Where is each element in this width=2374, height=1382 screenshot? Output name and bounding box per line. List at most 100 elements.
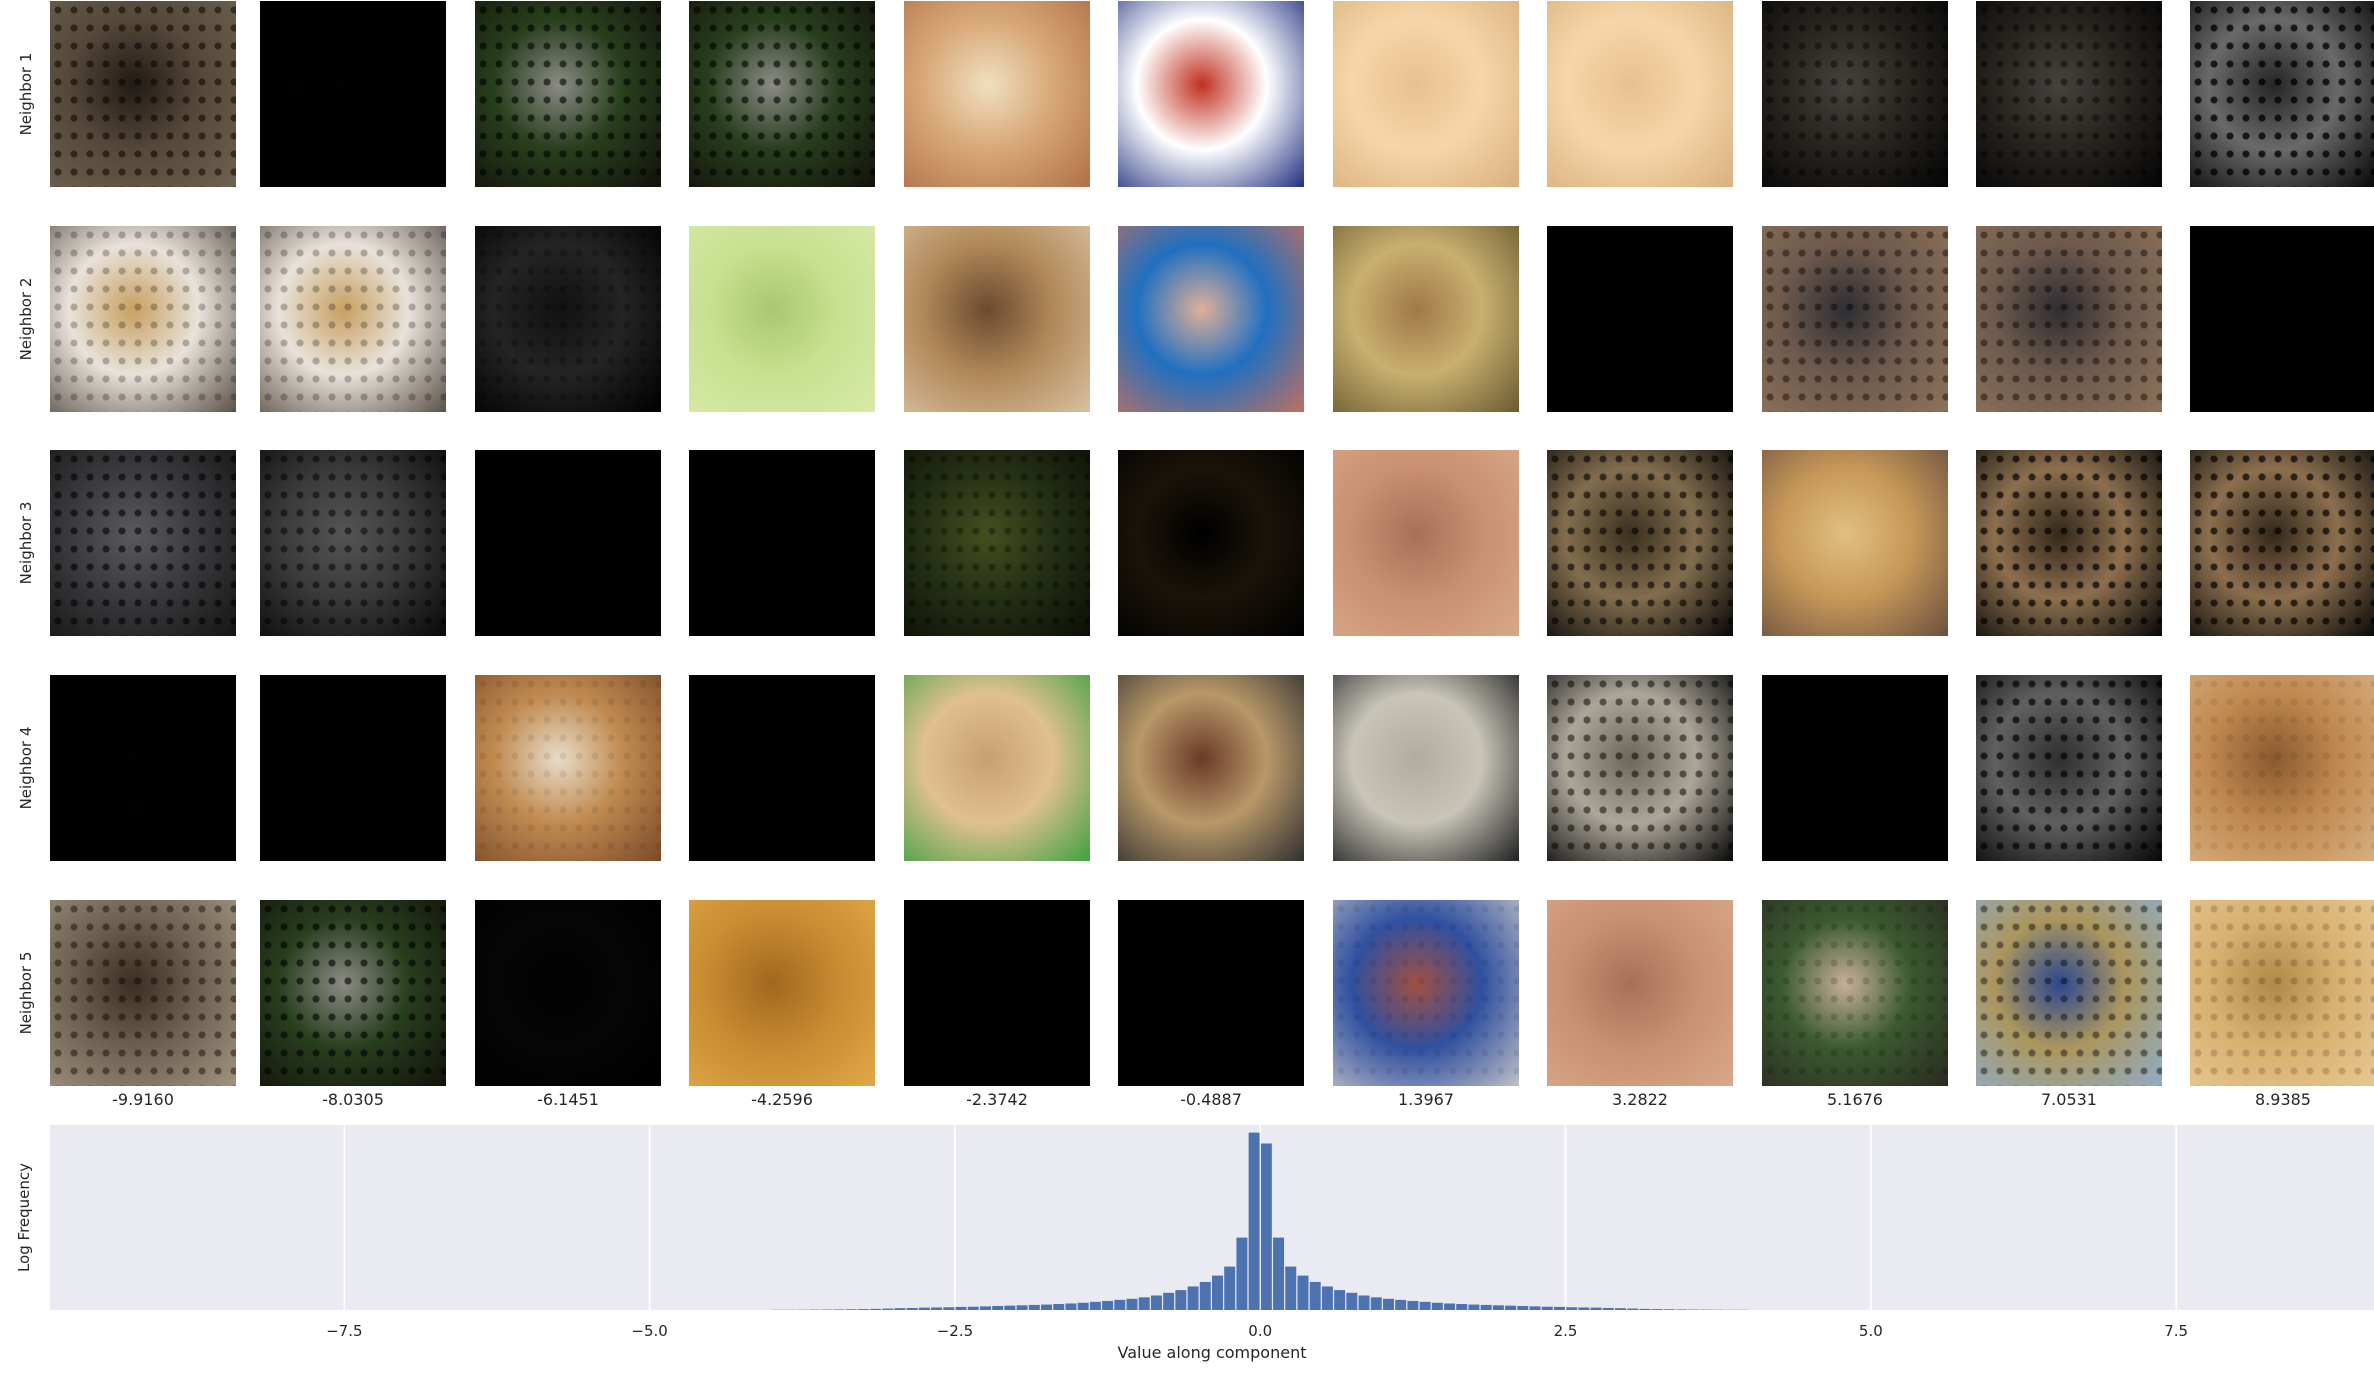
histogram-bar <box>1456 1304 1468 1310</box>
histogram-bar <box>1077 1302 1089 1310</box>
neighbor-thumbnail <box>1547 675 1733 861</box>
neighbor-thumbnail <box>689 675 875 861</box>
histogram-bar <box>906 1308 918 1310</box>
histogram-bar <box>1187 1286 1199 1310</box>
neighbor-thumbnail <box>2190 226 2374 412</box>
histogram-bar <box>1480 1304 1492 1310</box>
histogram-bar <box>1615 1308 1626 1310</box>
histogram-bar <box>1114 1299 1126 1310</box>
histogram-bar <box>1358 1295 1370 1310</box>
neighbor-thumbnail <box>475 226 661 412</box>
histogram-bar <box>1273 1237 1285 1310</box>
histogram-bar <box>1492 1305 1504 1310</box>
neighbor-thumbnail <box>2190 1 2374 187</box>
histogram-bar <box>1517 1306 1529 1310</box>
histogram-bar <box>1578 1307 1590 1310</box>
neighbor-thumbnail <box>689 226 875 412</box>
neighbor-thumbnail <box>1333 450 1519 636</box>
histogram-bar <box>1529 1306 1541 1310</box>
histogram-bar <box>1089 1301 1101 1310</box>
histogram-bar <box>1285 1266 1297 1310</box>
histogram-bar <box>931 1307 943 1310</box>
histogram-bar <box>1407 1300 1419 1310</box>
histogram-bar <box>1236 1237 1248 1310</box>
neighbor-thumbnail <box>689 900 875 1086</box>
neighbor-thumbnail <box>260 450 446 636</box>
histogram-bar <box>1199 1281 1211 1310</box>
x-tick-label: 0.0 <box>1248 1322 1272 1340</box>
column-value-label: -4.2596 <box>751 1090 813 1109</box>
histogram-bar <box>1468 1304 1480 1310</box>
column-value-label: 3.2822 <box>1612 1090 1668 1109</box>
histogram-bar <box>1627 1308 1639 1310</box>
histogram-bar <box>955 1306 967 1310</box>
neighbor-thumbnail <box>260 675 446 861</box>
neighbor-thumbnail <box>1976 450 2162 636</box>
neighbor-thumbnail <box>1762 900 1948 1086</box>
column-value-label: -8.0305 <box>322 1090 384 1109</box>
histogram-bar <box>1053 1304 1065 1310</box>
histogram-bar <box>992 1306 1004 1310</box>
row-label: Neighbor 2 <box>17 277 35 361</box>
neighbor-thumbnail <box>50 226 236 412</box>
neighbor-thumbnail <box>1118 450 1304 636</box>
neighbor-thumbnail <box>904 1 1090 187</box>
histogram-bar <box>1505 1305 1517 1310</box>
x-tick-label: 7.5 <box>2164 1322 2188 1340</box>
column-value-label: 1.3967 <box>1398 1090 1454 1109</box>
row-label: Neighbor 3 <box>17 501 35 585</box>
histogram-bar <box>1309 1281 1321 1310</box>
neighbor-thumbnail <box>1976 675 2162 861</box>
histogram-bar <box>979 1306 991 1310</box>
x-tick-label: −2.5 <box>937 1322 973 1340</box>
histogram-bar <box>1212 1275 1223 1310</box>
histogram-bar <box>1334 1290 1346 1310</box>
histogram-bar <box>845 1309 857 1310</box>
histogram-bar <box>1346 1292 1358 1310</box>
histogram-bar <box>1016 1305 1028 1310</box>
column-value-label: -0.4887 <box>1180 1090 1242 1109</box>
neighbor-thumbnail <box>260 226 446 412</box>
histogram-bar <box>1163 1292 1175 1310</box>
neighbor-thumbnail <box>1333 226 1519 412</box>
histogram-bar <box>1065 1303 1077 1310</box>
neighbor-thumbnail <box>1333 675 1519 861</box>
neighbor-thumbnail <box>475 900 661 1086</box>
histogram-bar <box>882 1308 894 1310</box>
histogram-bar <box>833 1309 845 1310</box>
histogram-bar <box>1248 1132 1260 1310</box>
column-value-label: -6.1451 <box>537 1090 599 1109</box>
neighbor-thumbnail <box>1762 450 1948 636</box>
histogram-bar <box>943 1307 955 1310</box>
column-value-label: 5.1676 <box>1827 1090 1883 1109</box>
row-label: Neighbor 4 <box>17 726 35 810</box>
histogram-bar <box>1553 1306 1565 1310</box>
column-value-label: -2.3742 <box>966 1090 1028 1109</box>
histogram-bar <box>918 1307 930 1310</box>
histogram-chart: −7.5 −5.0 −2.5 0.0 2.5 5.0 7.5 Value along comp… <box>15 1125 2374 1362</box>
histogram-bar <box>1382 1298 1394 1310</box>
neighbor-thumbnail <box>2190 675 2374 861</box>
histogram-bar <box>1102 1300 1114 1310</box>
histogram-bar <box>1028 1304 1040 1310</box>
y-axis-title: Log Frequency <box>15 1163 33 1272</box>
row-label: Neighbor 1 <box>17 52 35 136</box>
histogram-bar <box>1566 1307 1578 1310</box>
neighbor-thumbnail <box>2190 900 2374 1086</box>
neighbor-thumbnail <box>1547 226 1733 412</box>
neighbor-thumbnail <box>1762 226 1948 412</box>
histogram-bar <box>1321 1286 1333 1310</box>
histogram-bar <box>1663 1309 1675 1310</box>
histogram-bar <box>857 1309 869 1310</box>
neighbor-thumbnail <box>1547 900 1733 1086</box>
neighbor-thumbnail <box>475 1 661 187</box>
neighbor-thumbnail <box>1762 1 1948 187</box>
neighbor-thumbnail <box>1118 1 1304 187</box>
neighbor-thumbnail <box>2190 450 2374 636</box>
histogram-bar <box>1419 1301 1431 1310</box>
x-tick-label: 5.0 <box>1859 1322 1883 1340</box>
histogram-bar <box>1431 1302 1443 1310</box>
histogram-bar <box>1444 1303 1456 1310</box>
neighbor-thumbnail <box>689 450 875 636</box>
histogram-bar <box>1126 1298 1138 1310</box>
